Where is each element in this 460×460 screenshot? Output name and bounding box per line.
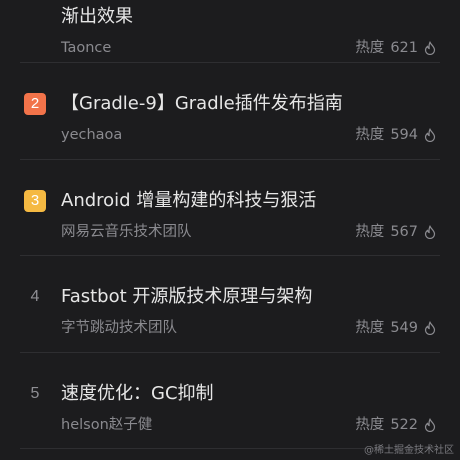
heat-value: 549 (390, 320, 418, 336)
article-item-2[interactable]: 2 【Gradle-9】Gradle插件发布指南 yechaoa 热度 594 (0, 63, 460, 160)
flame-icon (424, 321, 436, 335)
heat-label: 热度 (355, 40, 385, 56)
heat-info: 热度 594 (355, 125, 436, 145)
heat-label: 热度 (355, 127, 385, 143)
heat-info: 热度 549 (355, 318, 436, 338)
heat-value: 522 (390, 416, 418, 433)
flame-icon (424, 224, 436, 239)
heat-info: 热度 621 (355, 38, 436, 58)
rank-number: 4 (30, 288, 40, 305)
article-item-4[interactable]: 4 Fastbot 开源版技术原理与架构 字节跳动技术团队 热度 549 (0, 256, 460, 353)
heat-label: 热度 (355, 416, 385, 433)
heat-value: 567 (390, 223, 418, 240)
flame-icon (424, 41, 436, 55)
watermark: @稀土掘金技术社区 (364, 445, 454, 456)
article-author[interactable]: 网易云音乐技术团队 (61, 222, 192, 242)
article-item-1[interactable]: 渐出效果 Taonce 热度 621 (0, 0, 460, 63)
article-title[interactable]: Fastbot 开源版技术原理与架构 (61, 284, 440, 310)
rank-badge: 2 (24, 93, 46, 115)
article-title[interactable]: 速度优化：GC抑制 (61, 381, 440, 407)
article-title[interactable]: 【Gradle-9】Gradle插件发布指南 (61, 91, 440, 117)
heat-info: 热度 567 (355, 222, 436, 242)
article-item-5[interactable]: 5 速度优化：GC抑制 helson赵子健 热度 522 (0, 353, 460, 449)
article-title[interactable]: 渐出效果 (61, 4, 440, 30)
heat-info: 热度 522 (355, 415, 436, 435)
rank-badge: 3 (24, 189, 46, 212)
article-author[interactable]: 字节跳动技术团队 (61, 318, 177, 338)
article-author[interactable]: yechaoa (61, 125, 122, 145)
article-author[interactable]: Taonce (61, 38, 111, 58)
hot-articles-screen: 渐出效果 Taonce 热度 621 2 【Gradle-9】Gradle插件发… (0, 0, 460, 460)
article-title[interactable]: Android 增量构建的科技与狠活 (61, 188, 440, 214)
rank-number: 5 (30, 384, 40, 402)
flame-icon (424, 417, 436, 432)
heat-label: 热度 (355, 223, 385, 240)
flame-icon (424, 128, 436, 142)
heat-value: 594 (390, 127, 418, 143)
article-list: 渐出效果 Taonce 热度 621 2 【Gradle-9】Gradle插件发… (0, 0, 460, 449)
article-author[interactable]: helson赵子健 (61, 415, 152, 435)
article-item-3[interactable]: 3 Android 增量构建的科技与狠活 网易云音乐技术团队 热度 567 (0, 160, 460, 256)
heat-label: 热度 (355, 320, 385, 336)
heat-value: 621 (390, 40, 418, 56)
